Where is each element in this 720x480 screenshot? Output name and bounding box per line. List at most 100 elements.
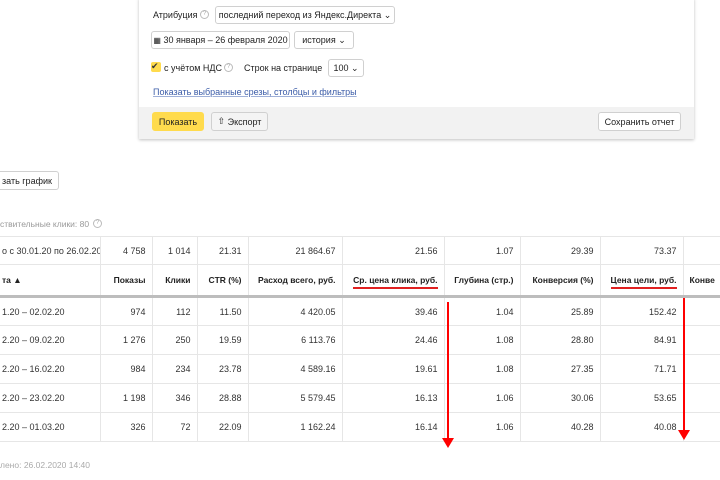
- table-cell: 16.14: [342, 412, 445, 442]
- cell-text: 1 198: [122, 393, 146, 403]
- cell-text: 29.39: [570, 245, 594, 256]
- table-cell: 25.89: [520, 296, 601, 326]
- save-report-button[interactable]: Сохранить отчет: [598, 112, 681, 131]
- table-cell: 21.56: [342, 236, 445, 265]
- rows-per-page-select[interactable]: 100 ⌄: [328, 59, 364, 77]
- calendar-icon: ▦: [153, 35, 161, 45]
- show-chart-button[interactable]: зать график: [0, 171, 59, 190]
- table-cell: 72: [152, 412, 198, 442]
- cell-text: 112: [176, 306, 191, 317]
- cell-text: 71.71: [653, 364, 677, 374]
- chevron-down-icon: ⌄: [338, 34, 346, 45]
- cell-text: 234: [175, 364, 191, 374]
- attribution-select[interactable]: последний переход из Яндекс.Директа ⌄: [215, 6, 395, 24]
- cell-text: Конверсия (%): [532, 275, 594, 285]
- column-header[interactable]: Глубина (стр.): [444, 264, 521, 298]
- column-header[interactable]: Расход всего, руб.: [248, 264, 343, 298]
- table-cell: 29.39: [520, 236, 601, 265]
- cell-text: 5 579.45: [300, 393, 336, 403]
- table-row: 2.20 – 23.02.20 1 198 346 28.88 5 579.45 16.1…: [0, 383, 720, 413]
- table-cell: 1 014: [152, 236, 198, 265]
- table-cell: 1 198: [100, 383, 153, 413]
- table-cell: 4 758: [100, 236, 153, 265]
- cell-text: 4 420.05: [300, 306, 336, 317]
- cell-text: 16.14: [414, 422, 438, 432]
- cell-text: 28.80: [570, 335, 594, 345]
- cell-text: 2.20 – 09.02.20: [2, 335, 65, 345]
- cell-text: 73.37: [653, 245, 677, 256]
- history-value: история: [302, 35, 336, 45]
- cell-text: 974: [130, 306, 146, 317]
- show-button[interactable]: Показать: [152, 112, 204, 131]
- column-header[interactable]: Цена цели, руб.: [600, 264, 684, 298]
- column-header[interactable]: Клики: [152, 264, 198, 298]
- attribution-value: последний переход из Яндекс.Директа: [218, 10, 382, 20]
- table-cell: 1.06: [444, 412, 521, 442]
- rows-per-page-label: Строк на странице: [244, 63, 323, 73]
- cell-text: 1 014: [167, 245, 191, 256]
- table-cell: 19.61: [342, 354, 445, 384]
- history-select[interactable]: история ⌄: [294, 31, 354, 49]
- cell-text: 84.91: [653, 335, 677, 345]
- column-header[interactable]: Показы: [100, 264, 153, 298]
- table-cell: 984: [100, 354, 153, 384]
- clicks-note: ствительные клики: 80: [0, 219, 90, 229]
- attribution-label: Атрибуция: [153, 10, 198, 20]
- table-cell: [683, 296, 720, 326]
- column-header[interactable]: Конве: [683, 264, 720, 298]
- cell-text: Расход всего, руб.: [258, 275, 336, 285]
- column-header[interactable]: CTR (%): [197, 264, 249, 298]
- report-settings-panel: Атрибуция ? последний переход из Яндекс.…: [139, 0, 694, 139]
- column-header[interactable]: та ▲: [0, 264, 101, 298]
- help-icon[interactable]: ?: [93, 219, 102, 228]
- column-header[interactable]: Ср. цена клика, руб.: [342, 264, 445, 298]
- cell-text: 1.06: [495, 422, 514, 432]
- cell-text: 1.20 – 02.02.20: [2, 306, 65, 317]
- cell-text: Цена цели, руб.: [610, 275, 677, 289]
- cell-text: 23.78: [218, 364, 242, 374]
- cell-text: Ср. цена клика, руб.: [353, 275, 438, 289]
- help-icon[interactable]: ?: [200, 10, 209, 19]
- show-selected-filters-link[interactable]: Показать выбранные срезы, столбцы и филь…: [153, 87, 357, 97]
- export-button[interactable]: ⇧ Экспорт: [211, 112, 268, 131]
- help-icon[interactable]: ?: [224, 63, 233, 72]
- table-cell: 1 276: [100, 325, 153, 355]
- table-row: 2.20 – 09.02.20 1 276 250 19.59 6 113.76 24.4…: [0, 325, 720, 355]
- cell-text: 1 162.24: [300, 422, 336, 432]
- cell-text: 30.06: [570, 393, 594, 403]
- cell-text: 4 758: [122, 245, 146, 256]
- cell-text: 25.89: [570, 306, 594, 317]
- vat-label: с учётом НДС: [164, 63, 223, 73]
- export-label: Экспорт: [227, 116, 262, 127]
- stats-table: о с 30.01.20 по 26.02.20 4 758 1 014 21.31 2…: [0, 236, 720, 442]
- vat-checkbox[interactable]: ✔: [151, 62, 161, 72]
- table-cell: 21.31: [197, 236, 249, 265]
- table-cell: 27.35: [520, 354, 601, 384]
- table-cell: 73.37: [600, 236, 684, 265]
- cell-text: 2.20 – 23.02.20: [2, 393, 65, 403]
- cell-text: Клики: [165, 275, 191, 285]
- cell-text: 326: [130, 422, 146, 432]
- table-cell: 11.50: [197, 296, 249, 326]
- header-row: та ▲ Показы Клики CTR (%) Расход всего, руб.…: [0, 264, 720, 298]
- table-cell: 21 864.67: [248, 236, 343, 265]
- cell-text: CTR (%): [208, 275, 242, 285]
- cell-text: о с 30.01.20 по 26.02.20: [2, 245, 100, 256]
- table-cell: 71.71: [600, 354, 684, 384]
- total-row: о с 30.01.20 по 26.02.20 4 758 1 014 21.31 2…: [0, 236, 720, 265]
- column-header[interactable]: Конверсия (%): [520, 264, 601, 298]
- cell-text: 1.04: [495, 306, 514, 317]
- rows-per-page-value: 100: [333, 63, 349, 73]
- chevron-down-icon: ⌄: [383, 9, 392, 20]
- table-cell: 2.20 – 23.02.20: [0, 383, 101, 413]
- table-cell: 2.20 – 09.02.20: [0, 325, 101, 355]
- table-cell: 2.20 – 16.02.20: [0, 354, 101, 384]
- cell-text: 1 276: [122, 335, 146, 345]
- cell-text: 40.28: [570, 422, 594, 432]
- table-cell: 16.13: [342, 383, 445, 413]
- red-arrow-annotation: [442, 302, 454, 448]
- table-cell: 23.78: [197, 354, 249, 384]
- table-cell: 4 589.16: [248, 354, 343, 384]
- table-cell: 152.42: [600, 296, 684, 326]
- date-range-picker[interactable]: ▦ 30 января – 26 февраля 2020: [151, 31, 290, 49]
